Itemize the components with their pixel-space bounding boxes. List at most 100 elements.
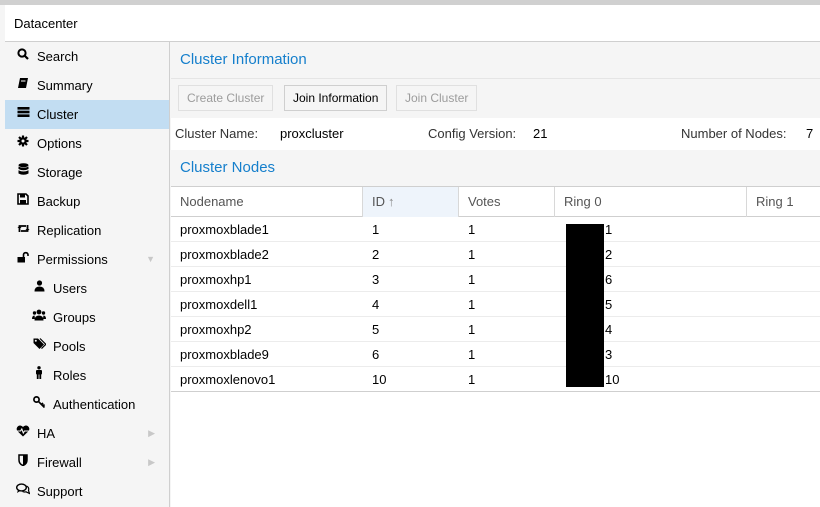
book-icon [16,71,30,100]
number-of-nodes-label: Number of Nodes: [681,126,787,141]
sidebar-item-label: Roles [53,368,87,383]
floppy-icon [16,187,30,216]
config-version-value: 21 [533,126,548,141]
male-icon [32,361,46,390]
cell-nodename: proxmoxlenovo1 [180,372,276,387]
heartbeat-icon [16,419,30,448]
number-of-nodes-value: 7 [806,126,814,141]
cell-votes: 1 [468,322,476,337]
main-panel: Cluster Information Create Cluster Join … [171,42,820,507]
sidebar-item-firewall[interactable]: Firewall ▶ [5,448,169,477]
cell-votes: 1 [468,222,476,237]
sidebar-item-label: Firewall [37,455,82,470]
table-row[interactable]: proxmoxlenovo1 10 1 10 [171,367,820,392]
sidebar-item-replication[interactable]: Replication [5,216,169,245]
cell-votes: 1 [468,297,476,312]
chevron-down-icon[interactable]: ▼ [146,245,155,274]
database-icon [16,158,30,187]
cell-votes: 1 [468,272,476,287]
table-row[interactable]: proxmoxblade1 1 1 1 [171,217,820,242]
sidebar-item-options[interactable]: Options [5,129,169,158]
config-version-label: Config Version: [428,126,517,141]
cell-votes: 1 [468,372,476,387]
column-header-nodename[interactable]: Nodename [171,187,363,217]
sidebar-item-label: Replication [37,223,102,238]
redaction-block [566,224,604,387]
chevron-right-icon[interactable]: ▶ [148,448,155,477]
sidebar-item-backup[interactable]: Backup [5,187,169,216]
column-header-votes[interactable]: Votes [459,187,555,217]
sidebar-item-ha[interactable]: HA ▶ [5,419,169,448]
gear-icon [16,129,30,158]
sidebar-item-users[interactable]: Users [5,274,169,303]
sidebar-item-search[interactable]: Search [5,42,169,71]
sidebar: Search Summary Cluster Options Storage B… [5,42,170,507]
sidebar-item-label: Support [37,484,83,499]
cluster-nodes-grid: Nodename ID ↑ Votes Ring 0 Ring 1 proxmox… [171,186,820,392]
sidebar-item-label: Options [37,136,82,151]
sidebar-item-groups[interactable]: Groups [5,303,169,332]
create-cluster-button[interactable]: Create Cluster [178,85,274,111]
cell-nodename: proxmoxhp1 [180,272,252,287]
cell-id: 1 [372,222,380,237]
grid-header: Nodename ID ↑ Votes Ring 0 Ring 1 [171,186,820,217]
sidebar-item-pools[interactable]: Pools [5,332,169,361]
table-row[interactable]: proxmoxhp1 3 1 6 [171,267,820,292]
cluster-information-title: Cluster Information [171,42,820,78]
join-cluster-button[interactable]: Join Cluster [396,85,478,111]
sidebar-item-summary[interactable]: Summary [5,71,169,100]
sidebar-item-authentication[interactable]: Authentication [5,390,169,419]
users-icon [32,303,46,332]
cluster-name-label: Cluster Name: [175,126,259,141]
column-header-ring0[interactable]: Ring 0 [555,187,747,217]
sidebar-item-label: Pools [53,339,86,354]
user-icon [32,274,46,303]
column-header-id[interactable]: ID ↑ [363,187,459,217]
join-information-button[interactable]: Join Information [284,85,388,111]
sidebar-item-label: HA [37,426,56,441]
comments-icon [15,477,31,506]
sidebar-item-label: Permissions [37,252,108,267]
cell-nodename: proxmoxblade2 [180,247,269,262]
sort-ascending-icon: ↑ [388,194,395,209]
sidebar-item-cluster[interactable]: Cluster [5,100,169,129]
cell-nodename: proxmoxblade9 [180,347,269,362]
cluster-toolbar: Create Cluster Join Information Join Clu… [171,78,820,118]
retweet-icon [16,216,30,245]
server-icon [16,100,30,129]
sidebar-item-label: Groups [53,310,96,325]
cell-id: 10 [372,372,387,387]
sidebar-item-roles[interactable]: Roles [5,361,169,390]
sidebar-item-label: Storage [37,165,83,180]
sidebar-item-label: Authentication [53,397,136,412]
page-title: Datacenter [14,16,78,31]
cell-id: 4 [372,297,380,312]
chevron-right-icon[interactable]: ▶ [148,419,155,448]
shield-icon [16,448,30,477]
cell-nodename: proxmoxdell1 [180,297,258,312]
sidebar-item-permissions[interactable]: Permissions ▼ [5,245,169,274]
cluster-info-row: Cluster Name: proxcluster Config Version… [171,118,820,150]
cell-nodename: proxmoxhp2 [180,322,252,337]
sidebar-item-label: Users [53,281,87,296]
tags-icon [32,332,47,361]
unlock-icon [16,245,30,274]
table-row[interactable]: proxmoxblade2 2 1 2 [171,242,820,267]
cluster-name-value: proxcluster [280,126,344,141]
sidebar-item-support[interactable]: Support [5,477,169,506]
key-icon [32,390,46,419]
table-row[interactable]: proxmoxblade9 6 1 3 [171,342,820,367]
sidebar-item-label: Cluster [37,107,79,122]
cell-id: 3 [372,272,380,287]
search-icon [16,42,30,71]
sidebar-item-label: Search [37,49,79,64]
table-row[interactable]: proxmoxdell1 4 1 5 [171,292,820,317]
table-row[interactable]: proxmoxhp2 5 1 4 [171,317,820,342]
cell-votes: 1 [468,247,476,262]
resource-header: Datacenter [5,5,820,42]
sidebar-item-storage[interactable]: Storage [5,158,169,187]
sidebar-item-label: Summary [37,78,93,93]
column-header-ring1[interactable]: Ring 1 [747,187,820,217]
cell-id: 2 [372,247,380,262]
cell-votes: 1 [468,347,476,362]
